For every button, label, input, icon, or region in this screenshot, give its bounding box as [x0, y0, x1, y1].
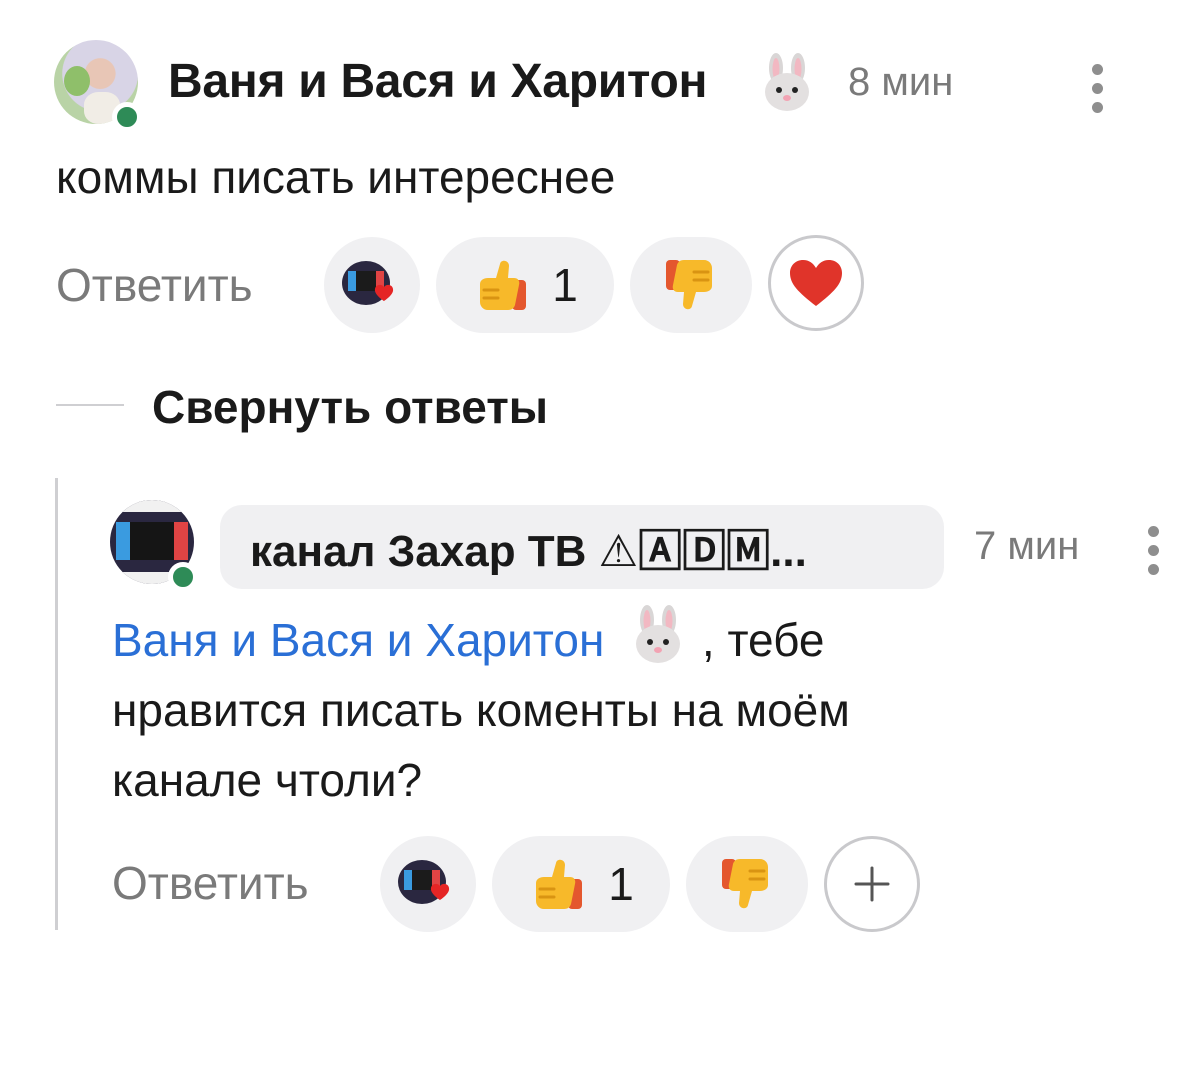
red-heart-icon [790, 260, 842, 306]
avatar-vanya[interactable] [54, 40, 142, 132]
avatar-channel[interactable] [110, 500, 198, 592]
more-options-icon[interactable] [1146, 526, 1160, 583]
like-button[interactable]: 1 [436, 237, 614, 333]
comment-text: коммы писать интереснее [56, 151, 616, 203]
add-reaction-button[interactable] [824, 836, 920, 932]
like-button[interactable]: 1 [492, 836, 670, 932]
channel-avatar-heart-icon [398, 860, 450, 904]
rabbit-face-icon [627, 604, 689, 666]
reply-text-line2: нравится писать коменты на моём [112, 684, 850, 736]
collapse-divider [56, 404, 124, 406]
collapse-replies-button[interactable]: Свернуть ответы [152, 380, 548, 434]
plus-icon [854, 866, 890, 902]
author-heart-reaction [380, 836, 476, 932]
reply-text-line3: канале чтоли? [112, 754, 423, 806]
rabbit-face-icon [756, 52, 818, 114]
dislike-button[interactable] [630, 237, 752, 333]
comment-author[interactable]: Ваня и Вася и Харитон [168, 54, 708, 109]
author-heart-reaction [324, 237, 420, 333]
reply-text-suffix: , тебе [701, 614, 825, 666]
reply-text: Ваня и Вася и Харитон , тебе нравится пи… [112, 604, 1152, 815]
reply-time: 7 мин [974, 524, 1080, 568]
online-indicator [168, 562, 198, 592]
mention-link[interactable]: Ваня и Вася и Харитон [112, 614, 604, 666]
heart-reaction-button[interactable] [768, 235, 864, 331]
reply-author: канал Захар ТВ ⚠🄰🄳🄼... [250, 527, 807, 576]
channel-avatar-heart-icon [342, 261, 394, 305]
thumbs-down-icon [722, 859, 768, 909]
online-indicator [112, 102, 142, 132]
thread-line [55, 478, 58, 930]
reply-author-chip[interactable]: канал Захар ТВ ⚠🄰🄳🄼... [220, 505, 944, 589]
reply-button[interactable]: Ответить [56, 258, 253, 312]
like-count: 1 [608, 858, 634, 910]
thumbs-down-icon [666, 260, 712, 310]
comment-time: 8 мин [848, 60, 954, 104]
thumbs-up-icon [536, 859, 583, 909]
thumbs-up-icon [480, 260, 527, 310]
more-options-icon[interactable] [1090, 64, 1104, 121]
reply-button[interactable]: Ответить [112, 856, 309, 910]
like-count: 1 [552, 259, 578, 311]
dislike-button[interactable] [686, 836, 808, 932]
